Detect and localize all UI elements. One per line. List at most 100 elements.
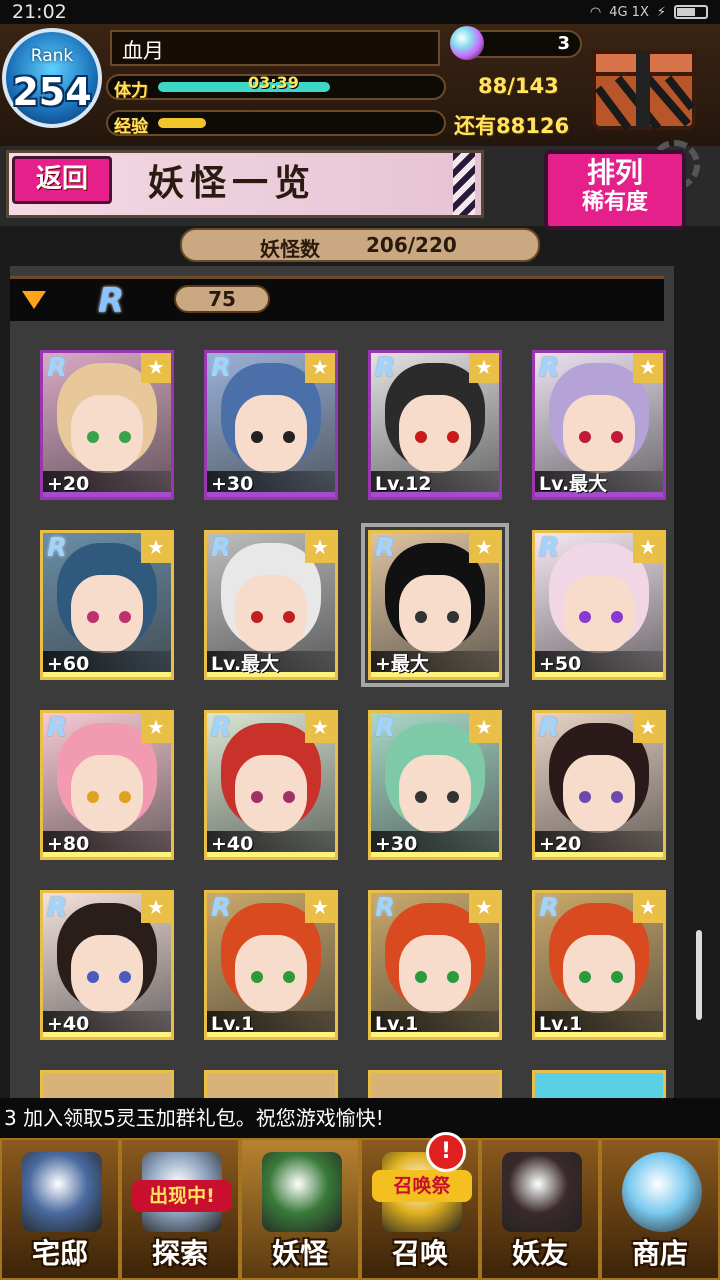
yokai-card[interactable]: R ★ +60 [40,530,174,680]
spirit-orb-counter[interactable]: 3 [450,26,582,60]
yokai-card[interactable]: R ★ +80 [40,710,174,860]
yokai-eye [119,791,131,803]
yokai-level: +30 [207,471,335,497]
nav-item[interactable]: 出现中! 探索 [120,1138,240,1280]
yokai-eye [283,431,295,443]
rank-badge[interactable]: Rank 254 [2,28,102,128]
stamina-label: 体力 [114,81,148,101]
yokai-face [71,395,143,473]
yokai-face [563,395,635,473]
nav-tag: 召唤祭 [372,1170,472,1202]
rarity-r-icon: R [47,713,68,743]
yokai-eye [283,971,295,983]
rank-value: 254 [12,70,92,114]
yokai-eye [283,791,295,803]
star-icon: ★ [469,893,499,923]
yokai-card[interactable]: R ★ Lv.1 [532,890,666,1040]
sort-value: 稀有度 [581,190,648,215]
nav-item[interactable]: 宅邸 [0,1138,120,1280]
yokai-eye [611,431,623,443]
rank-label: Rank [30,46,74,66]
orb-count: 3 [557,33,570,54]
star-icon: ★ [305,533,335,563]
crystal-ball-icon [622,1152,702,1232]
sort-label: 排列 [586,156,643,189]
yokai-eye [611,971,623,983]
news-ticker: 3 加入领取5灵玉加群礼包。祝您游戏愉快! [0,1098,720,1138]
yokai-eye [579,611,591,623]
yokai-card[interactable]: R ★ +30 [368,710,502,860]
yokai-card[interactable]: R ★ +30 [204,350,338,500]
charging-icon: ⚡ [656,4,666,20]
nav-label: 妖友 [511,1237,568,1270]
yokai-level: Lv.最大 [535,471,663,497]
nav-item[interactable]: 妖怪 [240,1138,360,1280]
yokai-eye [611,791,623,803]
yokai-face [235,395,307,473]
scrollbar-thumb[interactable] [696,930,702,1020]
yokai-eye [447,431,459,443]
exp-label: 经验 [114,117,148,137]
yokai-level: +40 [207,831,335,857]
yokai-card[interactable]: R ★ Lv.1 [204,890,338,1040]
yokai-card[interactable]: R ★ Lv.最大 [532,350,666,500]
collapse-triangle-icon[interactable] [22,291,46,309]
yokai-eye [415,431,427,443]
rarity-r-icon: R [211,893,232,923]
rarity-r-icon: R [211,353,232,383]
yokai-eye [447,611,459,623]
yokai-card-partial[interactable] [532,1070,666,1098]
sort-button[interactable]: 排列 稀有度 [544,150,686,230]
yokai-card[interactable]: R ★ Lv.最大 [204,530,338,680]
yokai-face [399,755,471,833]
yokai-eye [119,971,131,983]
nav-label: 妖怪 [271,1237,328,1270]
yokai-level: Lv.1 [371,1011,499,1037]
yokai-face [235,575,307,653]
yokai-card[interactable]: R ★ Lv.1 [368,890,502,1040]
nav-tag: 出现中! [132,1180,232,1212]
rarity-r-icon: R [47,533,68,563]
rarity-r-icon: R [375,713,396,743]
star-icon: ★ [141,893,171,923]
yokai-card[interactable]: R ★ +40 [204,710,338,860]
yokai-card[interactable]: R ★ +20 [532,710,666,860]
nav-label: 探索 [151,1237,208,1270]
yokai-count-bar: 妖怪数 206/220 [180,228,540,262]
yokai-card-partial[interactable] [204,1070,338,1098]
star-icon: ★ [469,713,499,743]
yokai-level: +40 [43,1011,171,1037]
rarity-group-header[interactable]: R 75 [10,276,664,321]
yokai-card-partial[interactable] [368,1070,502,1098]
yokai-card[interactable]: R ★ +50 [532,530,666,680]
star-icon: ★ [469,353,499,383]
back-button[interactable]: 返回 [12,156,112,204]
yokai-eye [415,971,427,983]
stamina-bar: 体力 03:39 [106,73,446,101]
exp-bar: 经验 [106,110,446,137]
page-title: 妖怪一览 [148,163,317,204]
nav-item[interactable]: 召唤祭! 召唤 [360,1132,480,1280]
star-icon: ★ [141,353,171,383]
yokai-face [235,755,307,833]
yokai-eye [579,431,591,443]
yokai-card[interactable]: R ★ +最大 [361,523,509,687]
rarity-r-icon: R [375,533,396,563]
yokai-card[interactable]: R ★ +40 [40,890,174,1040]
yokai-card[interactable]: R ★ +20 [40,350,174,500]
star-icon: ★ [633,893,663,923]
yokai-eye [447,791,459,803]
yokai-card[interactable]: R ★ Lv.12 [368,350,502,500]
yokai-level: Lv.1 [207,1011,335,1037]
yokai-count-value: 206/220 [366,233,457,257]
yokai-eye [87,971,99,983]
yokai-face [563,755,635,833]
rarity-r-icon: R [375,893,396,923]
star-icon: ★ [305,353,335,383]
nav-item[interactable]: 商店 [600,1138,720,1280]
yokai-level: +30 [371,831,499,857]
yokai-card-partial[interactable] [40,1070,174,1098]
yokai-eye [415,611,427,623]
gift-box-icon[interactable] [588,38,700,134]
nav-item[interactable]: 妖友 [480,1138,600,1280]
